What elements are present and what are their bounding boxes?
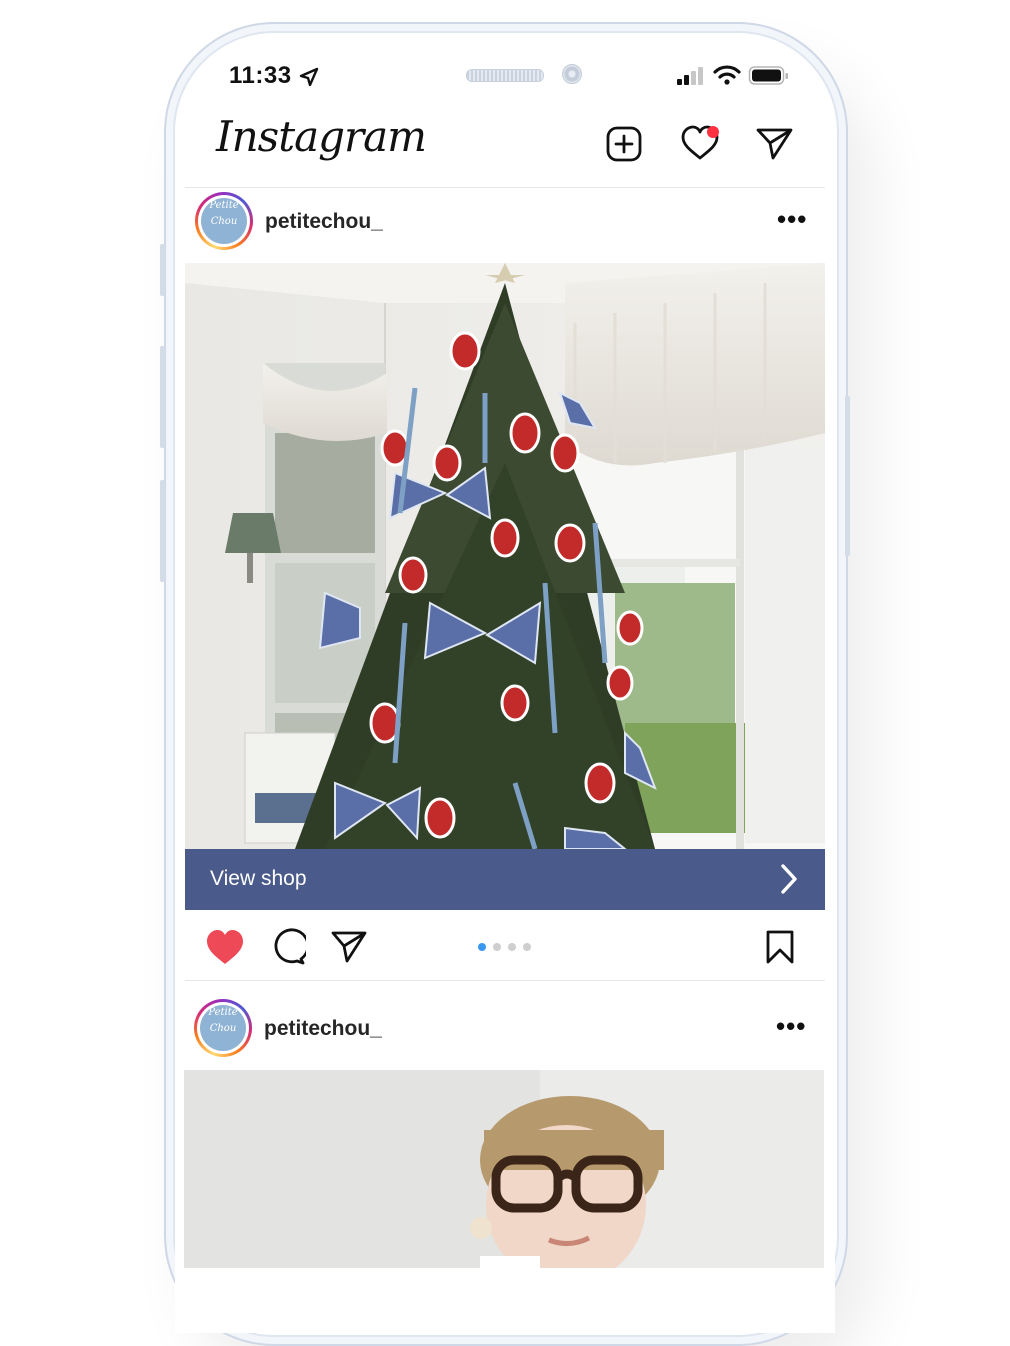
post-username[interactable]: petitechou_ (265, 210, 383, 234)
view-shop-label: View shop (210, 867, 307, 890)
carousel-dot (523, 943, 531, 951)
status-time: 11:33 (229, 62, 292, 89)
post-divider (185, 980, 825, 981)
share-icon[interactable] (330, 929, 368, 965)
carousel-dot (508, 943, 516, 951)
wifi-icon (713, 65, 741, 85)
new-post-icon[interactable] (605, 125, 643, 163)
mute-switch (160, 244, 165, 296)
volume-up-button (160, 346, 165, 448)
direct-message-icon[interactable] (755, 125, 795, 163)
signal-icon (677, 67, 703, 85)
heart-icon[interactable] (680, 123, 724, 165)
more-icon[interactable]: ••• (776, 1011, 806, 1042)
comment-icon[interactable] (268, 928, 306, 966)
battery-icon (748, 66, 788, 85)
chevron-right-icon (781, 864, 797, 894)
post-photo[interactable] (185, 263, 825, 849)
carousel-dot (478, 943, 486, 951)
speaker-grille (466, 69, 544, 82)
power-button (845, 396, 850, 556)
like-heart-icon[interactable] (205, 928, 245, 966)
carousel-dot (493, 943, 501, 951)
instagram-logo[interactable]: Instagram (216, 112, 427, 161)
avatar-text: Petite Chou (201, 198, 247, 244)
post-username[interactable]: petitechou_ (264, 1017, 382, 1041)
view-shop-button[interactable]: View shop (185, 849, 825, 910)
bookmark-icon[interactable] (764, 929, 796, 965)
front-camera (562, 64, 582, 84)
avatar[interactable]: Petite Chou (194, 999, 252, 1057)
header-divider (185, 187, 825, 188)
volume-down-button (160, 480, 165, 582)
post-photo[interactable] (184, 1070, 824, 1268)
location-arrow-icon (299, 67, 319, 87)
carousel-indicator (478, 938, 538, 951)
more-icon[interactable]: ••• (777, 204, 807, 235)
avatar[interactable]: Petite Chou (195, 192, 253, 250)
avatar-text: Petite Chou (200, 1005, 246, 1051)
